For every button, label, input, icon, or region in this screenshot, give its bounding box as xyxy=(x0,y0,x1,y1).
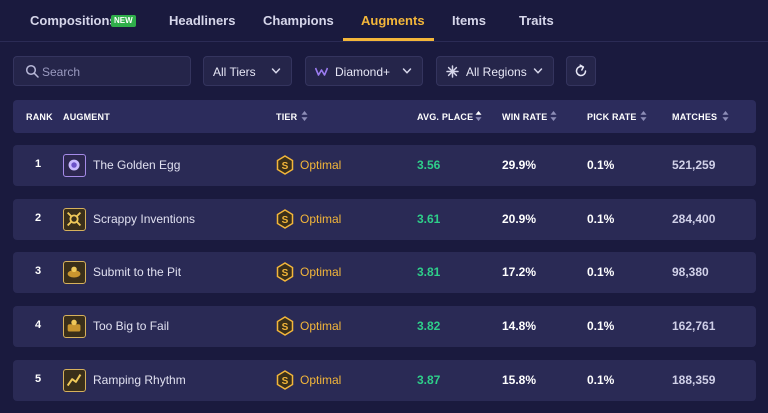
header-pick-rate[interactable]: PICK RATE xyxy=(587,112,637,122)
augment-name[interactable]: Ramping Rhythm xyxy=(93,373,186,387)
header-win-rate[interactable]: WIN RATE xyxy=(502,112,547,122)
top-nav: Compositions NEW Headliners Champions Au… xyxy=(0,0,768,42)
pick-rate-cell: 0.1% xyxy=(587,373,615,387)
header-augment: AUGMENT xyxy=(63,112,110,122)
tier-label: Optimal xyxy=(300,319,342,333)
ramping-rhythm-icon xyxy=(63,369,86,392)
pick-rate-cell: 0.1% xyxy=(587,212,615,226)
rank-cell: 5 xyxy=(35,373,42,385)
header-tier[interactable]: TIER xyxy=(276,112,297,122)
header-matches[interactable]: MATCHES xyxy=(672,112,717,122)
avg-place-cell: 3.61 xyxy=(417,212,441,226)
golden-egg-icon xyxy=(63,154,86,177)
sort-icon[interactable] xyxy=(301,110,308,122)
svg-text:S: S xyxy=(282,322,289,333)
matches-cell: 188,359 xyxy=(672,373,716,387)
tab-augments[interactable]: Augments xyxy=(361,13,425,28)
matches-cell: 521,259 xyxy=(672,158,716,172)
tiers-dropdown-label: All Tiers xyxy=(213,65,256,79)
table-row[interactable]: 2 Scrappy Inventions S Optimal 3.61 20.9… xyxy=(13,199,756,240)
search-input[interactable]: Search xyxy=(13,56,191,86)
tier-label: Optimal xyxy=(300,212,342,226)
matches-cell: 284,400 xyxy=(672,212,716,226)
table-row[interactable]: 1 The Golden Egg S Optimal 3.56 29.9% 0.… xyxy=(13,145,756,186)
win-rate-cell: 20.9% xyxy=(502,212,537,226)
tab-traits[interactable]: Traits xyxy=(519,13,554,28)
search-icon xyxy=(25,64,39,78)
avg-place-cell: 3.87 xyxy=(417,373,441,387)
win-rate-cell: 15.8% xyxy=(502,373,537,387)
diamond-rank-icon xyxy=(315,67,328,76)
rank-cell: 3 xyxy=(35,265,42,277)
augment-name[interactable]: Submit to the Pit xyxy=(93,265,181,279)
tier-s-icon: S xyxy=(276,370,294,390)
augment-name[interactable]: Too Big to Fail xyxy=(93,319,169,333)
tab-items[interactable]: Items xyxy=(452,13,486,28)
win-rate-cell: 17.2% xyxy=(502,265,537,279)
tier-s-icon: S xyxy=(276,262,294,282)
chevron-down-icon xyxy=(402,68,412,74)
table-row[interactable]: 5 Ramping Rhythm S Optimal 3.87 15.8% 0.… xyxy=(13,360,756,401)
too-big-to-fail-icon xyxy=(63,315,86,338)
tier-s-icon: S xyxy=(276,155,294,175)
tier-label: Optimal xyxy=(300,265,342,279)
augment-name[interactable]: The Golden Egg xyxy=(93,158,180,172)
sort-icon[interactable] xyxy=(550,110,557,122)
rank-dropdown[interactable]: Diamond+ xyxy=(305,56,423,86)
tab-headliners[interactable]: Headliners xyxy=(169,13,235,28)
pick-rate-cell: 0.1% xyxy=(587,158,615,172)
refresh-icon xyxy=(575,64,587,77)
matches-cell: 98,380 xyxy=(672,265,709,279)
svg-text:S: S xyxy=(282,376,289,387)
tab-compositions[interactable]: Compositions xyxy=(30,13,117,28)
svg-text:S: S xyxy=(282,215,289,226)
header-avg-place[interactable]: AVG. PLACE xyxy=(417,112,473,122)
header-rank: RANK xyxy=(26,112,53,122)
globe-star-icon xyxy=(446,65,459,78)
regions-dropdown-label: All Regions xyxy=(466,65,527,79)
avg-place-cell: 3.81 xyxy=(417,265,441,279)
reset-filters-button[interactable] xyxy=(566,56,596,86)
pick-rate-cell: 0.1% xyxy=(587,319,615,333)
augment-name[interactable]: Scrappy Inventions xyxy=(93,212,195,226)
search-placeholder: Search xyxy=(42,65,81,79)
table-row[interactable]: 3 Submit to the Pit S Optimal 3.81 17.2%… xyxy=(13,252,756,293)
avg-place-cell: 3.82 xyxy=(417,319,441,333)
chevron-down-icon xyxy=(533,68,543,74)
pick-rate-cell: 0.1% xyxy=(587,265,615,279)
tier-s-icon: S xyxy=(276,316,294,336)
sort-icon[interactable] xyxy=(722,110,729,122)
tier-label: Optimal xyxy=(300,158,342,172)
svg-text:S: S xyxy=(282,161,289,172)
tab-champions[interactable]: Champions xyxy=(263,13,334,28)
rank-dropdown-label: Diamond+ xyxy=(335,65,391,79)
table-header: RANK AUGMENT TIER AVG. PLACE WIN RATE PI… xyxy=(13,100,756,133)
win-rate-cell: 14.8% xyxy=(502,319,537,333)
tier-label: Optimal xyxy=(300,373,342,387)
avg-place-cell: 3.56 xyxy=(417,158,441,172)
rank-cell: 2 xyxy=(35,212,42,224)
sort-icon[interactable] xyxy=(475,110,482,122)
active-tab-underline xyxy=(343,38,434,41)
tiers-dropdown[interactable]: All Tiers xyxy=(203,56,292,86)
tier-s-icon: S xyxy=(276,209,294,229)
matches-cell: 162,761 xyxy=(672,319,716,333)
rank-cell: 1 xyxy=(35,158,42,170)
chevron-down-icon xyxy=(271,68,281,74)
regions-dropdown[interactable]: All Regions xyxy=(436,56,554,86)
submit-to-the-pit-icon xyxy=(63,261,86,284)
svg-text:S: S xyxy=(282,268,289,279)
table-row[interactable]: 4 Too Big to Fail S Optimal 3.82 14.8% 0… xyxy=(13,306,756,347)
scrappy-inventions-icon xyxy=(63,208,86,231)
sort-icon[interactable] xyxy=(640,110,647,122)
new-badge: NEW xyxy=(111,15,136,27)
rank-cell: 4 xyxy=(35,319,42,331)
win-rate-cell: 29.9% xyxy=(502,158,537,172)
